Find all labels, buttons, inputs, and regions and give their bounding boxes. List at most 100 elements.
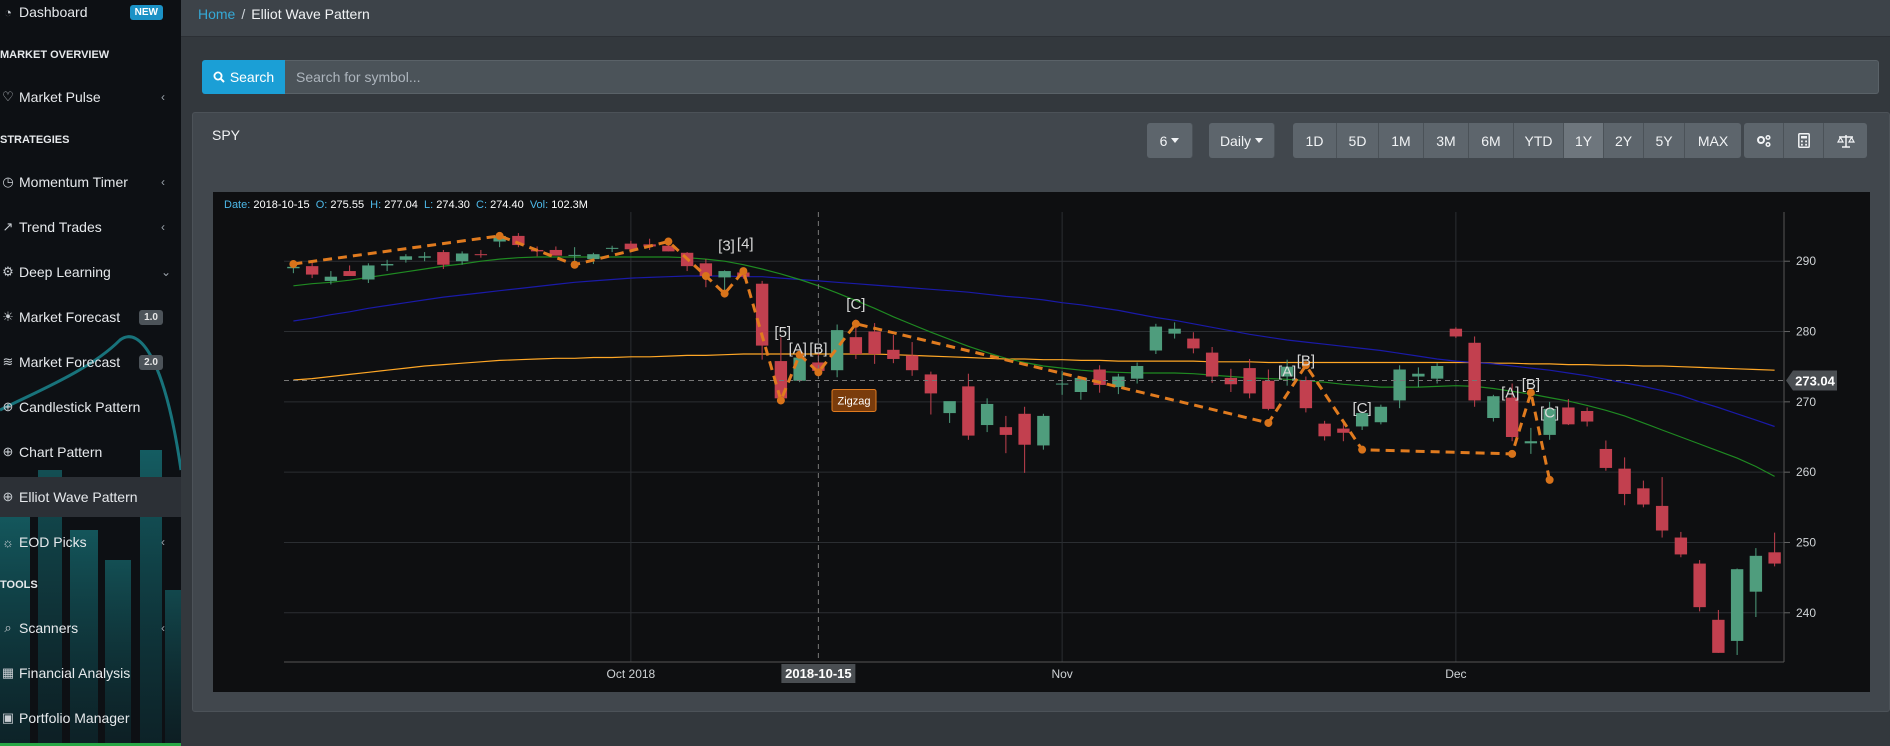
wave-point-marker: [701, 271, 710, 280]
candle-body: [1487, 396, 1500, 419]
range-button-2y[interactable]: 2Y: [1604, 123, 1644, 158]
sidebar-item-deep-learning[interactable]: ⚙ Deep Learning ⌄: [0, 252, 181, 292]
candle-body: [1318, 423, 1331, 437]
ohlc-info-part: 102.3M: [548, 199, 588, 211]
search-button[interactable]: Search: [202, 60, 285, 94]
bulb-icon: ☀: [2, 309, 14, 324]
candle-body: [1037, 415, 1050, 446]
sidebar-item-scanners[interactable]: ⌕ Scanners ‹: [0, 608, 181, 648]
calculator-button[interactable]: [1784, 123, 1824, 158]
range-button-5y[interactable]: 5Y: [1644, 123, 1685, 158]
crosshair-price-text: 273.04: [1795, 373, 1836, 388]
x-tick-label: Nov: [1051, 667, 1072, 681]
sidebar-item-market-pulse[interactable]: ♡ Market Pulse ‹: [0, 77, 181, 117]
chart-settings-button[interactable]: [1744, 123, 1784, 158]
briefcase-icon: ▣: [1, 710, 15, 725]
candle-body: [999, 427, 1013, 435]
wave-label: [B]: [1522, 376, 1540, 393]
sidebar-item-market-forecast[interactable]: ≋ Market Forecast 2.0: [0, 342, 181, 382]
y-tick-label: 260: [1796, 465, 1816, 479]
search-button-label: Search: [229, 69, 275, 85]
chevron-icon: ‹: [161, 621, 165, 635]
sidebar-section-heading: TOOLS: [0, 579, 38, 591]
candle-body: [1618, 468, 1631, 494]
candle-body: [1393, 369, 1406, 401]
candle-body: [1712, 619, 1725, 653]
wave-point-marker: [720, 289, 729, 298]
top-bar: Home / Elliot Wave Pattern: [181, 0, 1890, 37]
breadcrumb-home-link[interactable]: Home: [198, 6, 235, 22]
caret-down-icon: [1255, 138, 1264, 143]
y-tick-label: 280: [1796, 325, 1816, 339]
sidebar: ◔ Dashboard NEW MARKET OVERVIEW ♡ Market Puls…: [0, 0, 181, 746]
ohlc-info-part: H:: [364, 199, 381, 211]
range-button-6m[interactable]: 6M: [1469, 123, 1514, 158]
search-plus-icon: ⊕: [2, 444, 14, 459]
count-select[interactable]: 6: [1147, 123, 1193, 158]
sidebar-item-label: Trend Trades: [19, 219, 102, 235]
ohlc-info-part: 2018-10-15: [250, 199, 309, 211]
sidebar-section-heading: STRATEGIES: [0, 134, 70, 146]
range-button-1d[interactable]: 1D: [1293, 123, 1337, 158]
candle-body: [1337, 428, 1350, 433]
count-select-value: 6: [1159, 132, 1168, 149]
sidebar-item-label: Financial Analysis: [19, 665, 131, 681]
range-button-ytd[interactable]: YTD: [1514, 123, 1564, 158]
candle-body: [1693, 563, 1706, 608]
wave-point-marker: [289, 260, 298, 269]
wave-label: [B]: [1297, 352, 1315, 369]
candle-body: [1187, 338, 1200, 349]
dashboard-icon: ◔: [4, 4, 12, 20]
sidebar-item-chart-pattern[interactable]: ⊕ Chart Pattern: [0, 432, 181, 472]
sidebar-item-financial-analysis[interactable]: ▦ Financial Analysis: [0, 653, 181, 693]
sidebar-item-label: Dashboard: [19, 4, 88, 20]
candle-body: [605, 247, 619, 249]
sidebar-item-market-forecast[interactable]: ☀ Market Forecast 1.0: [0, 297, 181, 337]
pattern-tag-label: Zigzag: [837, 395, 870, 407]
x-tick-label: Oct 2018: [607, 667, 656, 681]
y-tick-label: 240: [1796, 606, 1816, 620]
wave-point-marker: [739, 267, 748, 276]
range-button-1y[interactable]: 1Y: [1564, 123, 1604, 158]
wave-point-marker: [570, 260, 579, 269]
candle-body: [1149, 326, 1163, 351]
sidebar-item-elliot-wave-pattern[interactable]: ⊕ Elliot Wave Pattern: [0, 477, 181, 517]
range-button-5d[interactable]: 5D: [1337, 123, 1379, 158]
compare-button[interactable]: [1824, 123, 1867, 158]
candle-body: [1524, 441, 1538, 444]
sidebar-item-momentum-timer[interactable]: ◷ Momentum Timer ‹: [0, 162, 181, 202]
candle-body: [1768, 552, 1781, 564]
range-button-max[interactable]: MAX: [1685, 123, 1741, 158]
candle-body: [943, 401, 956, 414]
candle-body: [587, 254, 600, 260]
wave-point-marker: [1545, 475, 1554, 484]
ohlc-info-line: Date: 2018-10-15 O: 275.55 H: 277.04 L: …: [224, 199, 588, 211]
sidebar-badge: 2.0: [139, 354, 163, 370]
search-input[interactable]: [285, 60, 1879, 94]
ohlc-info-part: 274.40: [487, 199, 524, 211]
chevron-icon: ‹: [161, 175, 165, 189]
sidebar-item-candlestick-pattern[interactable]: ⊕ Candlestick Pattern: [0, 387, 181, 427]
ohlc-info-part: L:: [418, 199, 433, 211]
candle-body: [718, 271, 731, 278]
chart-canvas[interactable]: 290 280 270 260 250 240 Oct 2018 Nov Dec [3] [4] [5…: [213, 192, 1870, 692]
interval-select[interactable]: Daily: [1209, 123, 1275, 158]
y-tick-label: 270: [1796, 395, 1816, 409]
lightbulb-icon: ☼: [2, 534, 14, 550]
interval-select-value: Daily: [1219, 132, 1252, 149]
sidebar-item-label: Market Forecast: [19, 309, 121, 325]
candle-body: [1018, 413, 1031, 445]
wave-label: [3]: [718, 238, 735, 255]
sidebar-item-eod-picks[interactable]: ☼ EOD Picks ‹: [0, 522, 181, 562]
sidebar-item-label: Portfolio Manager: [19, 710, 130, 726]
range-button-1m[interactable]: 1M: [1379, 123, 1424, 158]
candle-body: [1430, 365, 1444, 379]
range-button-3m[interactable]: 3M: [1424, 123, 1469, 158]
search-icon: [213, 71, 225, 83]
sidebar-item-trend-trades[interactable]: ↗ Trend Trades ‹: [0, 207, 181, 247]
price-chart[interactable]: 290 280 270 260 250 240 Oct 2018 Nov Dec [3] [4] [5…: [213, 192, 1870, 692]
sidebar-item-label: Deep Learning: [19, 264, 111, 280]
sidebar-item-label: Candlestick Pattern: [19, 399, 141, 415]
sidebar-item-portfolio-manager[interactable]: ▣ Portfolio Manager: [0, 698, 181, 738]
sidebar-item-dashboard[interactable]: ◔ Dashboard NEW: [0, 0, 181, 32]
